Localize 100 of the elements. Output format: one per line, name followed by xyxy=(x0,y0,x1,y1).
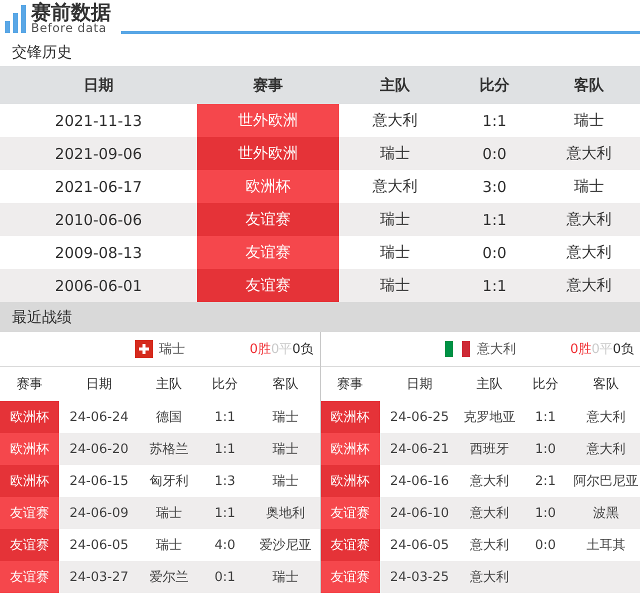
table-cell: 瑞士 xyxy=(339,137,451,170)
column-header: 赛事 xyxy=(320,367,380,401)
event-tag: 友谊赛 xyxy=(320,561,380,593)
table-cell: 瑞士 xyxy=(251,401,320,433)
table-cell: 瑞士 xyxy=(339,236,451,269)
column-header: 比分 xyxy=(211,376,239,394)
column-header: 日期 xyxy=(59,367,139,401)
table-cell: 1:3 xyxy=(199,465,251,497)
bar-chart-icon xyxy=(5,5,27,33)
table-cell: 24-06-05 xyxy=(59,529,139,561)
table-cell: 瑞士 xyxy=(339,269,451,302)
table-cell: 2006-06-01 xyxy=(0,269,197,302)
table-cell: 1:0 xyxy=(520,497,572,529)
column-header: 赛事 xyxy=(197,66,339,104)
table-cell: 意大利 xyxy=(572,433,640,465)
table-cell: 意大利 xyxy=(460,561,520,593)
event-tag: 友谊赛 xyxy=(197,269,339,302)
table-cell: 24-06-15 xyxy=(59,465,139,497)
column-header: 比分 xyxy=(451,66,538,104)
section-title: 交锋历史 xyxy=(12,42,72,62)
losses-count: 0负 xyxy=(612,342,634,357)
event-tag: 友谊赛 xyxy=(197,203,339,236)
table-cell: 24-06-25 xyxy=(380,401,460,433)
table-cell: 24-06-21 xyxy=(380,433,460,465)
event-tag: 友谊赛 xyxy=(320,529,380,561)
table-cell: 意大利 xyxy=(339,104,451,137)
table-cell: 1:1 xyxy=(199,497,251,529)
event-tag: 欧洲杯 xyxy=(320,401,380,433)
table-cell: 爱沙尼亚 xyxy=(251,529,320,561)
event-tag: 欧洲杯 xyxy=(0,401,59,433)
table-cell: 2021-06-17 xyxy=(0,170,197,203)
event-tag: 欧洲杯 xyxy=(0,433,59,465)
event-tag: 欧洲杯 xyxy=(320,433,380,465)
table-cell: 2021-11-13 xyxy=(0,104,197,137)
table-cell: 意大利 xyxy=(538,203,640,236)
table-cell: 2009-08-13 xyxy=(0,236,197,269)
table-cell: 1:1 xyxy=(451,203,538,236)
table-cell: 1:0 xyxy=(520,433,572,465)
event-tag: 友谊赛 xyxy=(0,529,59,561)
column-header: 日期 xyxy=(380,367,460,401)
table-cell: 24-06-16 xyxy=(380,465,460,497)
event-tag: 欧洲杯 xyxy=(197,170,339,203)
table-cell: 1:1 xyxy=(199,401,251,433)
table-cell: 24-06-24 xyxy=(59,401,139,433)
table-cell: 瑞士 xyxy=(538,170,640,203)
table-cell: 意大利 xyxy=(460,529,520,561)
table-cell: 波黑 xyxy=(572,497,640,529)
table-cell: 0:0 xyxy=(520,529,572,561)
swiss-flag-icon xyxy=(134,340,153,358)
table-cell: 1:1 xyxy=(451,104,538,137)
table-cell: 3:0 xyxy=(451,170,538,203)
event-tag: 世外欧洲 xyxy=(197,137,339,170)
table-cell: 24-06-05 xyxy=(380,529,460,561)
table-cell: 意大利 xyxy=(572,401,640,433)
table-cell: 瑞士 xyxy=(251,433,320,465)
table-cell: 24-06-09 xyxy=(59,497,139,529)
table-cell: 匈牙利 xyxy=(139,465,199,497)
table-cell: 2:1 xyxy=(520,465,572,497)
table-cell: 24-06-10 xyxy=(380,497,460,529)
italy-flag-icon xyxy=(444,341,471,357)
table-cell: 24-03-25 xyxy=(380,561,460,593)
table-cell: 瑞士 xyxy=(251,465,320,497)
team-name: 意大利 xyxy=(476,341,516,358)
section-title: 最近战绩 xyxy=(12,308,72,326)
table-cell: 瑞士 xyxy=(339,203,451,236)
table-cell: 0:0 xyxy=(451,137,538,170)
table-cell: 西班牙 xyxy=(460,433,520,465)
column-header: 比分 xyxy=(532,376,560,394)
column-header: 主队 xyxy=(155,376,183,394)
table-cell: 24-06-20 xyxy=(59,433,139,465)
event-tag: 友谊赛 xyxy=(0,561,59,593)
logo-title: 赛前数据 xyxy=(31,2,111,22)
losses-count: 0负 xyxy=(292,342,314,357)
team-name: 瑞士 xyxy=(158,341,185,358)
event-tag: 友谊赛 xyxy=(0,497,59,529)
table-cell: 瑞士 xyxy=(251,561,320,593)
table-cell: 瑞士 xyxy=(139,497,199,529)
table-cell: 4:0 xyxy=(199,529,251,561)
table-cell: 德国 xyxy=(139,401,199,433)
column-header: 客队 xyxy=(592,376,620,394)
wins-count: 0胜 xyxy=(250,342,271,357)
event-tag: 友谊赛 xyxy=(197,236,339,269)
table-cell: 1:1 xyxy=(451,269,538,302)
table-cell: 意大利 xyxy=(460,497,520,529)
wins-count: 0胜 xyxy=(570,342,592,357)
column-header: 主队 xyxy=(339,66,451,104)
column-header: 客队 xyxy=(271,376,300,394)
table-cell: 奥地利 xyxy=(251,497,320,529)
event-tag: 世外欧洲 xyxy=(197,104,339,137)
column-header: 日期 xyxy=(0,66,197,104)
table-cell: 土耳其 xyxy=(572,529,640,561)
table-cell: 意大利 xyxy=(538,269,640,302)
table-cell: 1:1 xyxy=(520,401,572,433)
event-tag: 欧洲杯 xyxy=(0,465,59,497)
column-header: 客队 xyxy=(538,66,640,104)
table-cell: 0:1 xyxy=(199,561,251,593)
table-cell: 意大利 xyxy=(538,137,640,170)
table-cell: 0:0 xyxy=(451,236,538,269)
table-cell: 苏格兰 xyxy=(139,433,199,465)
column-header: 主队 xyxy=(476,376,504,394)
